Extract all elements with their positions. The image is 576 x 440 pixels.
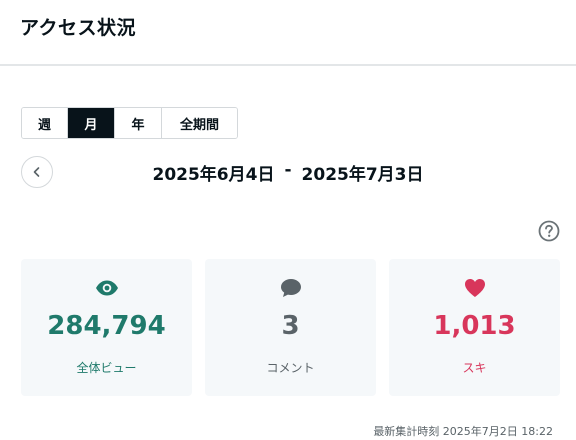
likes-label: スキ xyxy=(462,361,487,375)
views-value: 284,794 xyxy=(47,311,166,341)
page-header: アクセス状況 xyxy=(0,0,576,66)
last-updated-text: 最新集計時刻 2025年7月2日 18:22 xyxy=(373,425,553,438)
page-title: アクセス状況 xyxy=(20,17,137,39)
tab-year[interactable]: 年 xyxy=(115,108,162,138)
date-range: 2025年6月4日 - 2025年7月3日 xyxy=(0,160,576,185)
comment-icon xyxy=(205,277,376,299)
help-icon[interactable] xyxy=(538,220,560,242)
tab-week[interactable]: 週 xyxy=(22,108,68,138)
tab-month[interactable]: 月 xyxy=(68,108,115,138)
likes-card: 1,013 スキ xyxy=(389,259,560,396)
tab-all-time[interactable]: 全期間 xyxy=(162,108,237,138)
heart-icon xyxy=(389,277,560,299)
date-range-separator: - xyxy=(284,160,292,180)
views-label: 全体ビュー xyxy=(76,361,137,375)
date-range-end: 2025年7月3日 xyxy=(301,165,424,185)
period-tabs: 週 月 年 全期間 xyxy=(21,107,238,139)
likes-value: 1,013 xyxy=(433,311,516,341)
date-range-start: 2025年6月4日 xyxy=(152,165,275,185)
eye-icon xyxy=(21,277,192,299)
comments-card: 3 コメント xyxy=(205,259,376,396)
views-card: 284,794 全体ビュー xyxy=(21,259,192,396)
comments-value: 3 xyxy=(281,311,300,341)
comments-label: コメント xyxy=(266,361,315,375)
